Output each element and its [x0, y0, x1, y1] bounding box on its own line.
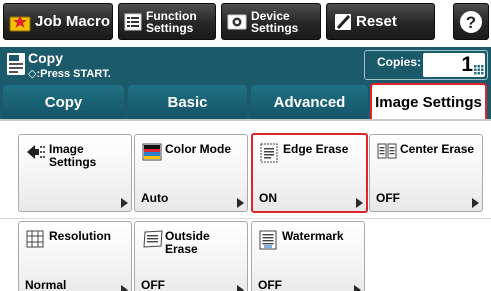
center-erase-tile[interactable]: Center Erase OFF	[369, 134, 483, 212]
color-mode-icon	[142, 143, 162, 161]
chevron-right-icon	[237, 285, 244, 291]
top-toolbar: Job Macro Function Settings Device Setti…	[0, 0, 491, 47]
edge-erase-tile[interactable]: Edge Erase ON	[251, 133, 368, 213]
function-settings-label: Function Settings	[146, 8, 197, 35]
mode-title: Copy	[28, 50, 63, 66]
tab-label: Copy	[44, 93, 83, 111]
tile-value: OFF	[376, 191, 400, 205]
chevron-right-icon	[121, 285, 128, 291]
star-folder-icon	[9, 14, 31, 31]
edge-erase-icon	[260, 143, 278, 163]
help-button[interactable]: ?	[453, 3, 489, 40]
list-settings-icon	[124, 13, 142, 30]
tab-copy[interactable]: Copy	[3, 85, 124, 119]
chevron-right-icon	[121, 198, 128, 208]
function-settings-button[interactable]: Function Settings	[118, 3, 216, 40]
tab-label: Image Settings	[375, 94, 482, 111]
tile-value: ON	[259, 191, 277, 205]
row-divider	[0, 218, 491, 219]
copies-value: 1	[461, 53, 473, 76]
chevron-right-icon	[237, 198, 244, 208]
image-settings-back-tile[interactable]: Image Settings	[18, 134, 132, 212]
back-arrow-icon	[27, 145, 45, 159]
tab-image-settings[interactable]: Image Settings	[370, 83, 487, 120]
tile-value: Auto	[141, 191, 169, 205]
tab-advanced[interactable]: Advanced	[251, 85, 368, 119]
resolution-grid-icon	[26, 230, 44, 248]
tab-bar: Copy Basic Advanced Image Settings	[0, 83, 491, 120]
reset-button[interactable]: Reset	[326, 3, 435, 40]
reset-label: Reset	[356, 13, 397, 30]
tile-title: Center Erase	[400, 142, 475, 156]
resolution-tile[interactable]: Resolution Normal	[18, 221, 132, 291]
outside-erase-tile[interactable]: Outside Erase OFF	[134, 221, 248, 291]
job-macro-label: Job Macro	[35, 13, 111, 30]
reset-slash-icon	[335, 13, 351, 30]
tile-title: Watermark	[282, 229, 344, 243]
copies-box: Copies: 1	[364, 50, 488, 80]
watermark-icon	[259, 230, 277, 250]
tile-title: Edge Erase	[283, 142, 349, 156]
status-bar: Copy ◇:Press START. Copies: 1	[0, 47, 491, 83]
settings-panel: Image Settings Color Mode Auto Edge Eras…	[0, 119, 491, 291]
tile-title: Image Settings	[49, 142, 97, 169]
job-macro-button[interactable]: Job Macro	[3, 3, 113, 40]
chevron-right-icon	[472, 198, 479, 208]
tab-label: Basic	[167, 93, 208, 111]
tile-value: Normal	[25, 278, 67, 291]
help-glyph: ?	[466, 13, 476, 32]
tab-label: Advanced	[273, 93, 346, 111]
tile-value: OFF	[141, 278, 165, 291]
color-mode-tile[interactable]: Color Mode Auto	[134, 134, 248, 212]
device-settings-button[interactable]: Device Settings	[221, 3, 321, 40]
keypad-icon[interactable]	[474, 65, 484, 75]
center-erase-icon	[377, 143, 397, 159]
tile-title: Resolution	[49, 229, 111, 243]
chevron-right-icon	[356, 198, 363, 208]
tab-basic[interactable]: Basic	[128, 85, 247, 119]
device-gear-icon	[227, 14, 247, 29]
outside-erase-icon	[143, 230, 163, 248]
tile-title: Outside Erase	[165, 229, 210, 256]
chevron-right-icon	[354, 285, 361, 291]
copies-field[interactable]: 1	[423, 53, 485, 77]
help-icon: ?	[460, 10, 482, 33]
status-message: ◇:Press START.	[28, 68, 111, 80]
device-settings-label: Device Settings	[251, 8, 299, 35]
tile-title: Color Mode	[165, 142, 231, 156]
watermark-tile[interactable]: Watermark OFF	[251, 221, 365, 291]
copy-mode-icon	[7, 53, 25, 75]
tile-value: OFF	[258, 278, 282, 291]
copies-label: Copies:	[377, 55, 422, 69]
